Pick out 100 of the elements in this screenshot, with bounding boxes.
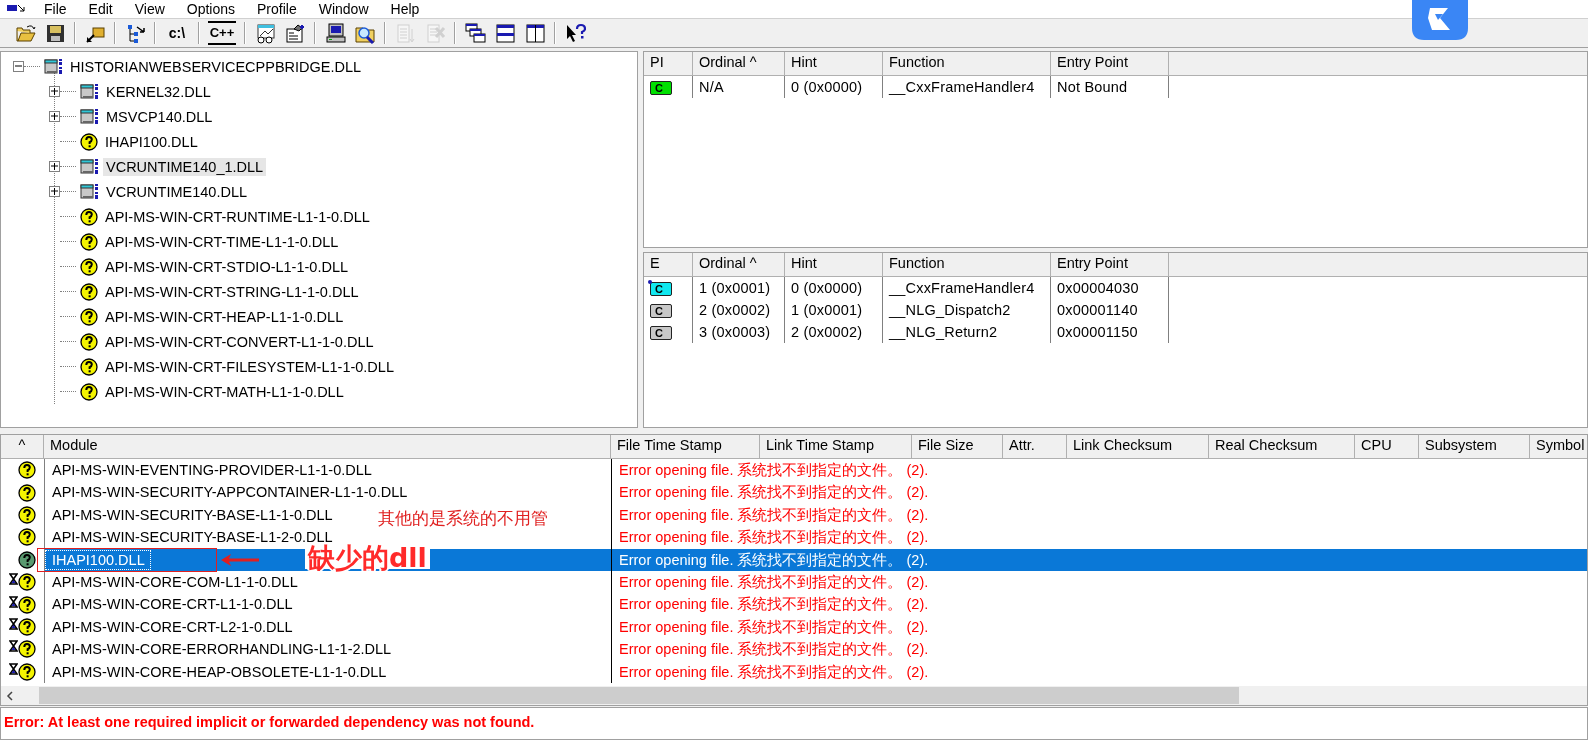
computer-icon <box>324 22 346 44</box>
table-cell: __CxxFrameHandler4 <box>883 76 1051 98</box>
table-cell: 2 (0x0002) <box>693 299 785 321</box>
tree-item[interactable]: API-MS-WIN-CRT-RUNTIME-L1-1-0.DLL <box>102 207 373 226</box>
tree-item[interactable]: VCRUNTIME140.DLL <box>103 182 250 201</box>
column-header[interactable]: ^ <box>1 435 44 459</box>
question-icon <box>18 617 36 636</box>
folder-icon <box>14 22 36 44</box>
module-cell[interactable]: API-MS-WIN-CORE-CRT-L1-1-0.DLL <box>44 593 300 616</box>
expand-toggle[interactable] <box>49 111 60 122</box>
question-icon <box>80 232 98 251</box>
table-cell: __NLG_Dispatch2 <box>883 299 1051 321</box>
question-icon <box>18 528 36 547</box>
tree-item[interactable]: API-MS-WIN-CRT-HEAP-L1-1-0.DLL <box>102 307 347 326</box>
toolbar-button[interactable]: c:\ <box>161 20 193 46</box>
menu-item[interactable]: Profile <box>253 0 301 18</box>
column-header[interactable]: Function <box>883 253 1051 277</box>
tree-item[interactable]: HISTORIANWEBSERVICECPPBRIDGE.DLL <box>67 57 365 76</box>
menu-item[interactable]: Window <box>314 0 373 18</box>
table-cell: Error opening file. 系统找不到指定的文件。 (2). <box>611 593 1587 616</box>
module-cell[interactable]: IHAPI100.DLL <box>44 548 152 571</box>
question-icon <box>80 332 98 351</box>
column-header[interactable]: Hint <box>785 52 883 76</box>
tree-item[interactable]: API-MS-WIN-CRT-STDIO-L1-1-0.DLL <box>102 257 352 276</box>
cascade-windows-icon <box>464 22 486 44</box>
menu-item[interactable]: View <box>130 0 169 18</box>
collapse-toggle[interactable] <box>13 61 24 72</box>
menu-item[interactable]: Edit <box>84 0 117 18</box>
app-icon <box>6 5 26 13</box>
module-cell[interactable]: API-MS-WIN-SECURITY-APPCONTAINER-L1-1-0.DLL <box>44 481 415 504</box>
tree-item[interactable]: API-MS-WIN-CRT-STRING-L1-1-0.DLL <box>102 282 362 301</box>
tile-horizontal-icon <box>494 22 516 44</box>
column-header[interactable]: Real Checksum <box>1209 435 1355 459</box>
module-icon <box>80 108 99 125</box>
table-cell: 1 (0x0001) <box>785 299 883 321</box>
column-header[interactable]: File Time Stamp <box>611 435 760 459</box>
column-header[interactable]: Entry Point <box>1051 52 1169 76</box>
module-cell[interactable]: API-MS-WIN-CORE-CRT-L2-1-0.DLL <box>44 615 300 639</box>
hourglass-icon <box>9 662 18 675</box>
column-header[interactable]: File Size <box>912 435 1003 459</box>
column-header[interactable]: CPU <box>1355 435 1419 459</box>
tree-item[interactable]: KERNEL32.DLL <box>103 82 214 101</box>
tree-item[interactable]: API-MS-WIN-CRT-CONVERT-L1-1-0.DLL <box>102 332 377 351</box>
expand-toggle[interactable] <box>49 186 60 197</box>
column-header[interactable]: Subsystem <box>1419 435 1530 459</box>
list-x-icon <box>424 22 446 44</box>
column-header[interactable]: Function <box>883 52 1051 76</box>
table-cell: Error opening file. 系统找不到指定的文件。 (2). <box>611 548 1587 571</box>
note-label: 其他的是系统的不用管 <box>378 507 548 530</box>
hourglass-icon <box>9 595 18 608</box>
table-cell: 2 (0x0002) <box>785 321 883 343</box>
list-down-icon <box>394 22 416 44</box>
column-header[interactable]: Entry Point <box>1051 253 1169 277</box>
toolbar-button[interactable]: C++ <box>208 21 236 45</box>
column-header[interactable]: PI <box>644 52 693 76</box>
scrollbar-thumb[interactable] <box>39 687 1239 704</box>
menu-item[interactable]: Options <box>182 0 240 18</box>
module-icon <box>80 83 99 100</box>
module-cell[interactable]: API-MS-WIN-EVENTING-PROVIDER-L1-1-0.DLL <box>44 459 379 482</box>
table-cell: Error opening file. 系统找不到指定的文件。 (2). <box>611 615 1587 639</box>
tree-item[interactable]: MSVCP140.DLL <box>103 107 216 126</box>
column-header[interactable]: Attr. <box>1003 435 1067 459</box>
tree-item[interactable]: API-MS-WIN-CRT-FILESYSTEM-L1-1-0.DLL <box>102 357 397 376</box>
tree-item[interactable]: IHAPI100.DLL <box>102 132 201 151</box>
table-cell: 0 (0x0000) <box>785 277 883 299</box>
column-header[interactable]: Hint <box>785 253 883 277</box>
column-header[interactable]: E <box>644 253 693 277</box>
module-cell[interactable]: API-MS-WIN-CORE-COM-L1-1-0.DLL <box>44 570 305 594</box>
function-badge: C <box>650 282 672 297</box>
table-cell: Error opening file. 系统找不到指定的文件。 (2). <box>611 638 1587 661</box>
question-icon <box>80 382 98 401</box>
question-icon <box>80 132 98 151</box>
question-icon <box>18 483 36 502</box>
expand-toggle[interactable] <box>49 161 60 172</box>
chart-glasses-icon <box>254 22 276 44</box>
column-header[interactable]: Symbol <box>1530 435 1587 459</box>
module-cell[interactable]: API-MS-WIN-CORE-ERRORHANDLING-L1-1-2.DLL <box>44 638 399 661</box>
column-header[interactable]: Ordinal ^ <box>693 52 785 76</box>
plus-icon <box>50 112 59 121</box>
column-header[interactable]: Ordinal ^ <box>693 253 785 277</box>
module-cell[interactable]: API-MS-WIN-CORE-HEAP-OBSOLETE-L1-1-0.DLL <box>44 660 394 683</box>
table-cell: 0x00004030 <box>1051 277 1169 299</box>
tree-item[interactable]: VCRUNTIME140_1.DLL <box>103 157 267 176</box>
column-header[interactable]: Module <box>44 435 611 459</box>
tree-item[interactable]: API-MS-WIN-CRT-TIME-L1-1-0.DLL <box>102 232 342 251</box>
table-cell: Error opening file. 系统找不到指定的文件。 (2). <box>611 526 1587 549</box>
question-icon <box>18 505 36 524</box>
table-cell: N/A <box>693 76 785 98</box>
menu-item[interactable]: File <box>40 0 71 18</box>
table-cell: 0x00001150 <box>1051 321 1169 343</box>
module-icon <box>80 183 99 200</box>
module-cell[interactable]: API-MS-WIN-SECURITY-BASE-L1-1-0.DLL <box>44 503 340 527</box>
column-header[interactable]: Link Time Stamp <box>760 435 912 459</box>
expand-toggle[interactable] <box>49 86 60 97</box>
tree-item[interactable]: API-MS-WIN-CRT-MATH-L1-1-0.DLL <box>102 382 347 401</box>
table-cell: __NLG_Return2 <box>883 321 1051 343</box>
table-cell: Error opening file. 系统找不到指定的文件。 (2). <box>611 503 1587 527</box>
table-cell: Error opening file. 系统找不到指定的文件。 (2). <box>611 459 1587 482</box>
column-header[interactable]: Link Checksum <box>1067 435 1209 459</box>
menu-item[interactable]: Help <box>386 0 424 18</box>
